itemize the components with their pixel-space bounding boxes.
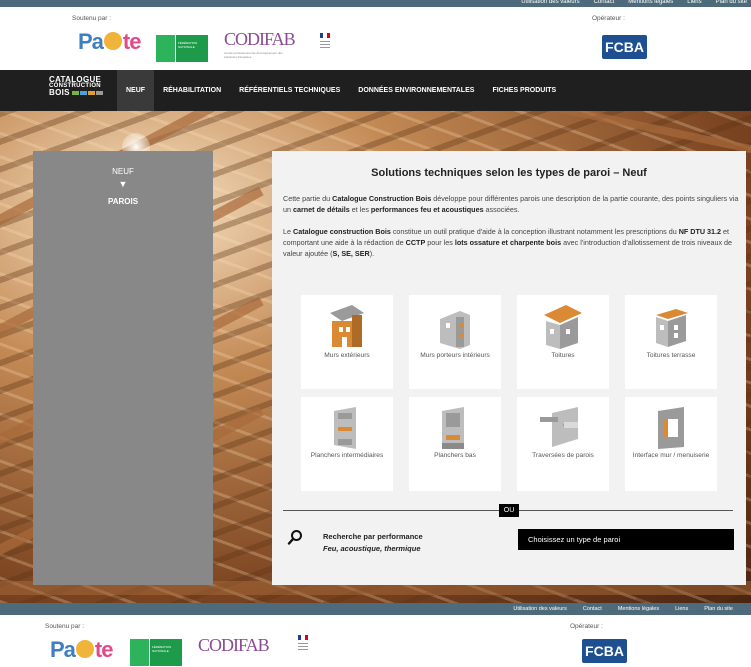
fcba-logo[interactable]: FCBA — [602, 35, 647, 59]
paragraph-text: pour les — [425, 238, 455, 247]
interior-wall-icon — [409, 301, 501, 351]
arrow-down-icon: ▼ — [118, 179, 128, 189]
tile-exterior-wall[interactable]: Murs extérieurs — [301, 295, 393, 389]
tile-roof[interactable]: Toitures — [517, 295, 609, 389]
top-link-liens[interactable]: Liens — [687, 0, 701, 5]
sidebar-breadcrumb: NEUF ▼ PAROIS — [33, 151, 213, 585]
tile-wall-crossing[interactable]: Traversées de parois — [517, 397, 609, 491]
government-logo-footer[interactable] — [298, 635, 312, 661]
top-link-plan-du-site[interactable]: Plan du site — [716, 0, 747, 5]
top-links-bar: Utilisation des valeurs Contact Mentions l… — [0, 0, 751, 7]
emphasis-text: Catalogue Construction Bois — [332, 194, 432, 203]
emphasis-text: S, SE, SER — [332, 249, 370, 258]
footer-link-liens[interactable]: Liens — [675, 606, 688, 612]
tile-label: Toitures terrasse — [646, 352, 696, 359]
footer-link-utilisation-des-valeurs[interactable]: Utilisation des valeurs — [513, 606, 567, 612]
pacte-logo[interactable]: Pa te — [78, 29, 141, 55]
paragraph-text: Le — [283, 227, 293, 236]
tile-intermediate-floor[interactable]: Planchers intermédiaires — [301, 397, 393, 491]
tile-label: Planchers bas — [434, 452, 476, 459]
footer-link-plan-du-site[interactable]: Plan du site — [704, 606, 733, 612]
paragraph-text: associées. — [483, 205, 520, 214]
supported-label-footer: Soutenu par : — [45, 623, 85, 630]
operator-label-footer: Opérateur : — [570, 623, 603, 630]
intro-paragraph: Cette partie du Catalogue Construction B… — [283, 193, 739, 215]
emphasis-text: performances feu et acoustiques — [370, 205, 484, 214]
tile-label: Murs extérieurs — [324, 352, 370, 359]
sponsors-header: Soutenu par : Pa te FÉDÉRATION NATIONALE C… — [0, 7, 751, 70]
emphasis-text: Catalogue construction Bois — [293, 227, 391, 236]
sidebar-item-parois[interactable]: PAROIS — [33, 197, 213, 206]
intermediate-floor-icon — [301, 403, 393, 453]
top-link-contact[interactable]: Contact — [594, 0, 615, 5]
ministry-logo-footer[interactable]: FÉDÉRATION NATIONALE — [130, 639, 182, 666]
emphasis-text: CCTP — [405, 238, 426, 247]
roof-icon — [517, 301, 609, 351]
tile-flat-roof[interactable]: Toitures terrasse — [625, 295, 717, 389]
or-separator: OU — [499, 504, 519, 517]
tile-interior-wall[interactable]: Murs porteurs intérieurs — [409, 295, 501, 389]
tile-window-interface[interactable]: Interface mur / menuiserie — [625, 397, 717, 491]
emphasis-text: lots ossature et charpente bois — [454, 238, 562, 247]
footer-link-contact[interactable]: Contact — [583, 606, 602, 612]
nav-item-referentiels-techniques[interactable]: RÉFÉRENTIELS TECHNIQUES — [230, 70, 349, 111]
nav-item-rehabilitation[interactable]: RÉHABILITATION — [154, 70, 230, 111]
tile-label: Interface mur / menuiserie — [632, 452, 710, 459]
page-title: Solutions techniques selon les types de … — [371, 167, 647, 179]
codifab-logo-footer[interactable]: CODIFAB — [198, 635, 270, 656]
main-panel: Solutions techniques selon les types de … — [272, 151, 746, 585]
tile-label: Planchers intermédiaires — [310, 452, 384, 459]
fcba-logo-footer[interactable]: FCBA — [582, 639, 627, 663]
emphasis-text: carnet de détails — [293, 205, 350, 214]
nav-item-donnees-environnementales[interactable]: DONNÉES ENVIRONNEMENTALES — [349, 70, 483, 111]
tile-label: Traversées de parois — [532, 452, 594, 459]
sponsors-footer: Soutenu par : Pa te FÉDÉRATION NATIONALE C… — [0, 615, 751, 667]
tile-label: Toitures — [551, 352, 575, 359]
top-link-mentions-legales[interactable]: Mentions légales — [628, 0, 673, 5]
paragraph-text: constitue un outil pratique d'aide à la … — [390, 227, 679, 236]
flat-roof-icon — [625, 301, 717, 351]
paragraph-text: Cette partie du — [283, 194, 333, 203]
top-link-utilisation-des-valeurs[interactable]: Utilisation des valeurs — [521, 0, 579, 5]
search-by-performance-subtitle: Feu, acoustique, thermique — [323, 544, 421, 553]
search-icon[interactable] — [287, 529, 303, 545]
paragraph-text: et les — [349, 205, 371, 214]
codifab-logo[interactable]: CODIFAB — [224, 29, 296, 50]
wall-crossing-icon — [517, 403, 609, 453]
wall-type-select[interactable]: Choisissez un type de paroi — [518, 529, 734, 550]
government-logo[interactable] — [320, 33, 334, 59]
exterior-wall-icon — [301, 301, 393, 351]
ministry-logo[interactable]: FÉDÉRATION NATIONALE — [156, 35, 208, 62]
sidebar-item-neuf[interactable]: NEUF — [33, 167, 213, 176]
footer-link-mentions-legales[interactable]: Mentions légales — [618, 606, 659, 612]
description-paragraph: Le Catalogue construction Bois constitue… — [283, 226, 739, 259]
pacte-logo-footer[interactable]: Pa te — [50, 637, 113, 663]
search-by-performance-title[interactable]: Recherche par performance — [323, 532, 423, 541]
nav-item-neuf[interactable]: NEUF — [117, 70, 155, 111]
tile-label: Murs porteurs intérieurs — [420, 352, 490, 359]
operator-label: Opérateur : — [592, 15, 625, 22]
footer-links-bar: Utilisation des valeurs Contact Mentions l… — [0, 603, 751, 615]
supported-label: Soutenu par : — [72, 15, 112, 22]
paragraph-text: ). — [369, 249, 375, 258]
low-floor-icon — [409, 403, 501, 453]
emphasis-text: NF DTU 31.2 — [678, 227, 722, 236]
nav-item-fiches-produits[interactable]: FICHES PRODUITS — [483, 70, 565, 111]
window-interface-icon — [625, 403, 717, 453]
tile-low-floor[interactable]: Planchers bas — [409, 397, 501, 491]
main-navigation: CATALOGUE CONSTRUCTION BOIS NEUF RÉHABILI… — [0, 70, 751, 111]
catalogue-brand-logo[interactable]: CATALOGUE CONSTRUCTION BOIS — [49, 76, 103, 97]
